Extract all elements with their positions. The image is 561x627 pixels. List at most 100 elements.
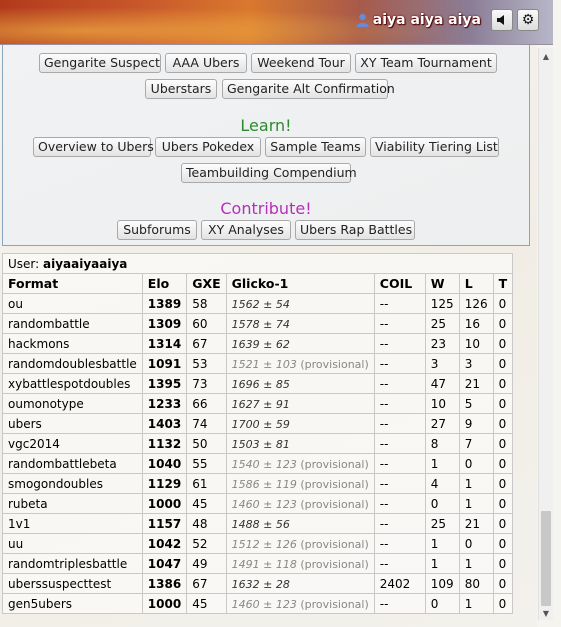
wins-cell: 3 bbox=[424, 353, 460, 374]
ties-cell: 0 bbox=[492, 433, 514, 454]
elo-cell: 1233 bbox=[141, 393, 188, 414]
gxe-cell: 52 bbox=[186, 533, 227, 554]
scrollbar[interactable]: ▲ ▼ bbox=[538, 48, 553, 620]
gxe-cell: 61 bbox=[186, 473, 227, 494]
col-ties: T bbox=[492, 273, 514, 294]
table-row: xybattlespotdoubles 1395 73 1696 ± 85 -- 47 21… bbox=[2, 373, 514, 394]
table-row: vgc2014 1132 50 1503 ± 81 -- 8 7 0 bbox=[2, 433, 514, 454]
link-viability-tiering-list[interactable]: Viability Tiering List bbox=[370, 137, 499, 157]
glicko-value: 1639 ± 62 bbox=[231, 337, 290, 351]
col-wins: W bbox=[424, 273, 460, 294]
ties-cell: 0 bbox=[492, 413, 514, 434]
link-subforums[interactable]: Subforums bbox=[117, 220, 197, 240]
wins-cell: 125 bbox=[424, 293, 460, 314]
glicko-cell: 1460 ± 123 (provisional) bbox=[225, 593, 375, 614]
wins-cell: 8 bbox=[424, 433, 460, 454]
table-row: randomtriplesbattle 1047 49 1491 ± 118 (pro… bbox=[2, 553, 514, 574]
glicko-value: 1460 ± 123 bbox=[231, 597, 297, 611]
link-sample-teams[interactable]: Sample Teams bbox=[265, 137, 366, 157]
coil-cell: -- bbox=[373, 433, 426, 454]
glicko-cell: 1578 ± 74 bbox=[225, 313, 375, 334]
coil-cell: -- bbox=[373, 333, 426, 354]
glicko-value: 1521 ± 103 bbox=[231, 357, 297, 371]
link-overview-to-ubers[interactable]: Overview to Ubers bbox=[33, 137, 154, 157]
wins-cell: 4 bbox=[424, 473, 460, 494]
glicko-value: 1512 ± 126 bbox=[231, 537, 297, 551]
elo-cell: 1129 bbox=[141, 473, 188, 494]
link-aaa-ubers[interactable]: AAA Ubers bbox=[165, 53, 247, 73]
sound-button[interactable] bbox=[491, 9, 513, 31]
losses-cell: 3 bbox=[458, 353, 494, 374]
link-ubers-rap-battles[interactable]: Ubers Rap Battles bbox=[295, 220, 415, 240]
elo-cell: 1309 bbox=[141, 313, 188, 334]
table-row: randombattle 1309 60 1578 ± 74 -- 25 16 0 bbox=[2, 313, 514, 334]
coil-cell: -- bbox=[373, 473, 426, 494]
elo-cell: 1395 bbox=[141, 373, 188, 394]
wins-cell: 1 bbox=[424, 553, 460, 574]
ties-cell: 0 bbox=[492, 333, 514, 354]
format-cell: uu bbox=[2, 533, 143, 554]
glicko-value: 1540 ± 123 bbox=[231, 457, 297, 471]
ties-cell: 0 bbox=[492, 553, 514, 574]
link-uberstars[interactable]: Uberstars bbox=[145, 79, 217, 99]
ties-cell: 0 bbox=[492, 493, 514, 514]
glicko-value: 1578 ± 74 bbox=[231, 317, 290, 331]
table-header-row: Format Elo GXE Glicko-1 COIL W L T bbox=[2, 273, 514, 294]
format-cell: smogondoubles bbox=[2, 473, 143, 494]
glicko-cell: 1586 ± 119 (provisional) bbox=[225, 473, 375, 494]
elo-cell: 1047 bbox=[141, 553, 188, 574]
losses-cell: 1 bbox=[458, 593, 494, 614]
elo-cell: 1132 bbox=[141, 433, 188, 454]
ladder-username: aiyaaiyaaiya bbox=[43, 256, 128, 271]
table-row: gen5ubers 1000 45 1460 ± 123 (provisional) -… bbox=[2, 593, 514, 614]
elo-cell: 1386 bbox=[141, 573, 188, 594]
ties-cell: 0 bbox=[492, 293, 514, 314]
table-row: randombattlebeta 1040 55 1540 ± 123 (provis… bbox=[2, 453, 514, 474]
ties-cell: 0 bbox=[492, 313, 514, 334]
glicko-cell: 1540 ± 123 (provisional) bbox=[225, 453, 375, 474]
format-cell: uberssuspecttest bbox=[2, 573, 143, 594]
gxe-cell: 58 bbox=[186, 293, 227, 314]
gxe-cell: 60 bbox=[186, 313, 227, 334]
losses-cell: 5 bbox=[458, 393, 494, 414]
link-xy-analyses[interactable]: XY Analyses bbox=[201, 220, 291, 240]
col-gxe: GXE bbox=[186, 273, 227, 294]
col-losses: L bbox=[458, 273, 494, 294]
table-row: hackmons 1314 67 1639 ± 62 -- 23 10 0 bbox=[2, 333, 514, 354]
settings-button[interactable]: ⚙ bbox=[517, 9, 539, 31]
provisional-label: (provisional) bbox=[296, 477, 369, 491]
wins-cell: 10 bbox=[424, 393, 460, 414]
link-weekend-tour[interactable]: Weekend Tour bbox=[251, 53, 351, 73]
link-gengarite-alt-confirmation[interactable]: Gengarite Alt Confirmation bbox=[222, 79, 395, 99]
ladder-table: User: aiyaaiyaaiya Format Elo GXE Glicko… bbox=[1, 253, 514, 614]
gxe-cell: 45 bbox=[186, 493, 227, 514]
username[interactable]: aiya aiya aiya bbox=[373, 12, 481, 28]
gxe-cell: 73 bbox=[186, 373, 227, 394]
glicko-value: 1488 ± 56 bbox=[231, 517, 290, 531]
table-row: smogondoubles 1129 61 1586 ± 119 (provision… bbox=[2, 473, 514, 494]
format-cell: vgc2014 bbox=[2, 433, 143, 454]
format-cell: randomdoublesbattle bbox=[2, 353, 143, 374]
link-teambuilding-compendium[interactable]: Teambuilding Compendium bbox=[181, 163, 357, 183]
ties-cell: 0 bbox=[492, 353, 514, 374]
elo-cell: 1389 bbox=[141, 293, 188, 314]
ties-cell: 0 bbox=[492, 473, 514, 494]
scrollbar-thumb[interactable] bbox=[541, 511, 551, 606]
wins-cell: 47 bbox=[424, 373, 460, 394]
provisional-label: (provisional) bbox=[296, 537, 369, 551]
link-xy-team-tournament[interactable]: XY Team Tournament bbox=[355, 53, 497, 73]
user-row: User: aiyaaiyaaiya bbox=[1, 253, 514, 274]
losses-cell: 126 bbox=[458, 293, 494, 314]
link-ubers-pokedex[interactable]: Ubers Pokedex bbox=[155, 137, 261, 157]
coil-cell: 2402 bbox=[373, 573, 426, 594]
user-menu[interactable]: aiya aiya aiya bbox=[356, 10, 481, 30]
scroll-down-arrow-icon[interactable]: ▼ bbox=[539, 609, 553, 618]
provisional-label: (provisional) bbox=[296, 457, 369, 471]
col-glicko: Glicko-1 bbox=[225, 273, 375, 294]
scroll-up-arrow-icon[interactable]: ▲ bbox=[539, 52, 553, 61]
user-cell: User: aiyaaiyaaiya bbox=[1, 253, 514, 274]
format-cell: ou bbox=[2, 293, 143, 314]
link-gengarite-suspect[interactable]: Gengarite Suspect bbox=[39, 53, 161, 73]
ties-cell: 0 bbox=[492, 373, 514, 394]
gxe-cell: 67 bbox=[186, 333, 227, 354]
